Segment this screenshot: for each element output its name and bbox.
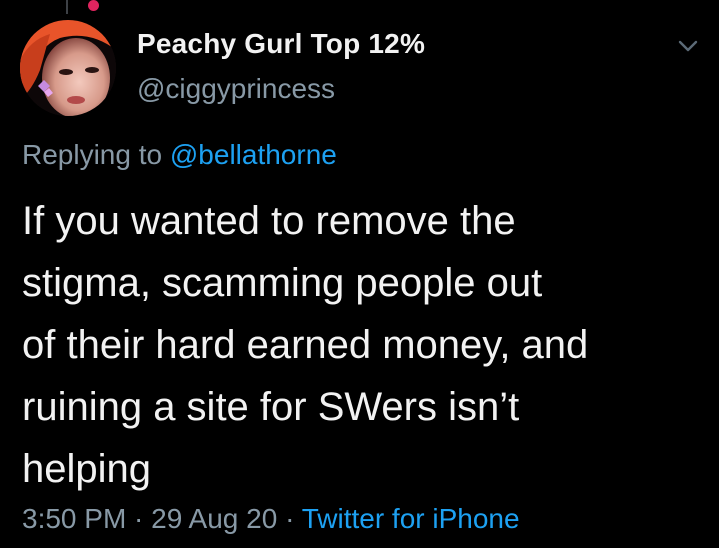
- tweet-text-line: of their hard earned money, and: [22, 323, 589, 367]
- chevron-down-icon[interactable]: [676, 34, 700, 58]
- tweet-text: If you wanted to remove the stigma, scam…: [22, 190, 712, 500]
- meta-separator: ·: [126, 503, 152, 534]
- thread-connector-line: [66, 0, 68, 14]
- avatar[interactable]: [20, 20, 116, 116]
- tweet-text-line: helping: [22, 447, 152, 491]
- tweet-text-line: If you wanted to remove the: [22, 199, 516, 243]
- replying-to-line: Replying to @bellathorne: [22, 139, 337, 171]
- replying-to-mention-link[interactable]: @bellathorne: [170, 139, 337, 170]
- username-handle[interactable]: @ciggyprincess: [137, 73, 335, 105]
- tweet-text-line: stigma, scamming people out: [22, 261, 543, 305]
- tweet-time[interactable]: 3:50 PM: [22, 503, 126, 534]
- display-name[interactable]: Peachy Gurl Top 12%: [137, 28, 425, 60]
- avatar-image: [20, 20, 116, 116]
- tweet-metadata: 3:50 PM · 29 Aug 20 · Twitter for iPhone: [22, 503, 520, 535]
- tweet-text-line: ruining a site for SWers isn’t: [22, 385, 520, 429]
- tweet-date[interactable]: 29 Aug 20: [151, 503, 277, 534]
- tweet-source-link[interactable]: Twitter for iPhone: [302, 503, 520, 534]
- meta-separator: ·: [277, 503, 302, 534]
- notification-dot: [88, 0, 99, 11]
- replying-to-label: Replying to: [22, 139, 163, 170]
